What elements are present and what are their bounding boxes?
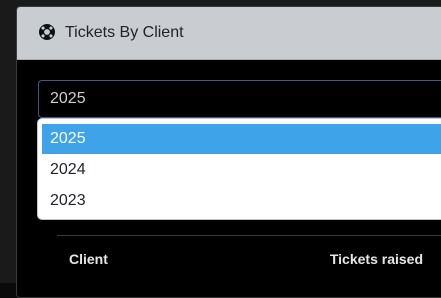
page-background: Tickets By Client 2025 2025 2024 2023 Cl… [0,0,441,298]
column-header-tickets-raised[interactable]: Tickets raised [330,251,423,267]
year-option-2025[interactable]: 2025 [42,124,441,154]
tickets-by-client-card: Tickets By Client 2025 2025 2024 2023 Cl… [16,6,441,298]
life-ring-icon [39,24,55,40]
table-divider [57,235,441,236]
year-select[interactable]: 2025 [38,80,441,118]
card-title: Tickets By Client [65,24,184,41]
card-header: Tickets By Client [17,7,441,60]
year-option-2023[interactable]: 2023 [42,186,441,216]
year-option-2024[interactable]: 2024 [42,155,441,185]
year-dropdown-list: 2025 2024 2023 [37,118,441,220]
column-header-client[interactable]: Client [69,251,108,267]
